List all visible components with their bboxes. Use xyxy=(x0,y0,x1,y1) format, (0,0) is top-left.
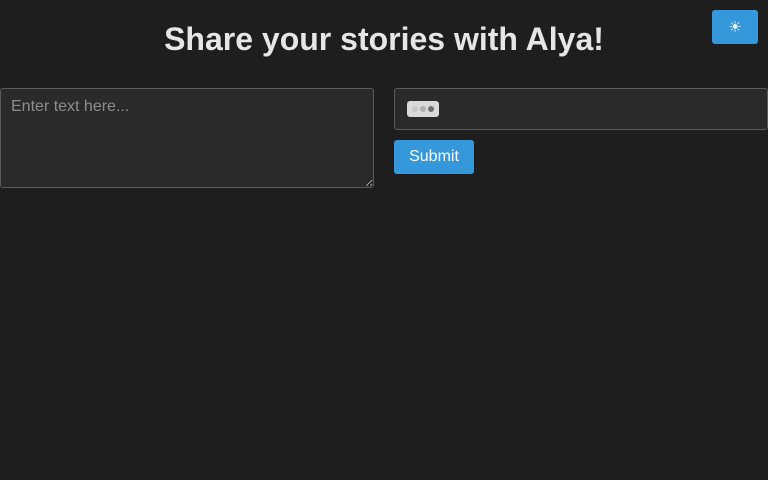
typing-dot xyxy=(412,106,418,112)
typing-dot xyxy=(420,106,426,112)
page: ☀ Share your stories with Alya! Submit xyxy=(0,0,768,480)
submit-button[interactable]: Submit xyxy=(394,140,474,174)
page-title: Share your stories with Alya! xyxy=(164,21,604,57)
typing-indicator-icon xyxy=(407,101,439,117)
typing-dot xyxy=(428,106,434,112)
response-box xyxy=(394,88,768,130)
story-input[interactable] xyxy=(0,88,374,188)
